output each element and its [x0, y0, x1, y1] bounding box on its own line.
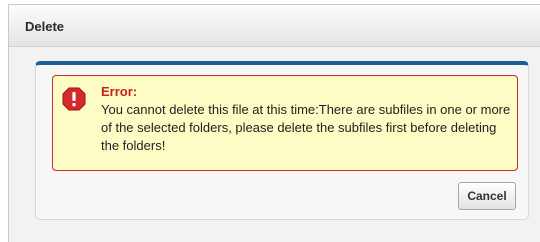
cancel-button[interactable]: Cancel: [458, 182, 516, 210]
error-message: You cannot delete this file at this time…: [101, 102, 511, 153]
error-message-box: Error: You cannot delete this file at th…: [52, 75, 518, 171]
dialog-title: Delete: [25, 19, 65, 34]
error-octagon-icon: [62, 87, 86, 111]
delete-dialog: Delete Error: You cannot delete this fil…: [8, 4, 540, 242]
error-title: Error:: [101, 84, 138, 99]
dialog-content-panel: Error: You cannot delete this file at th…: [35, 61, 529, 220]
dialog-title-bar[interactable]: Delete: [9, 5, 540, 47]
